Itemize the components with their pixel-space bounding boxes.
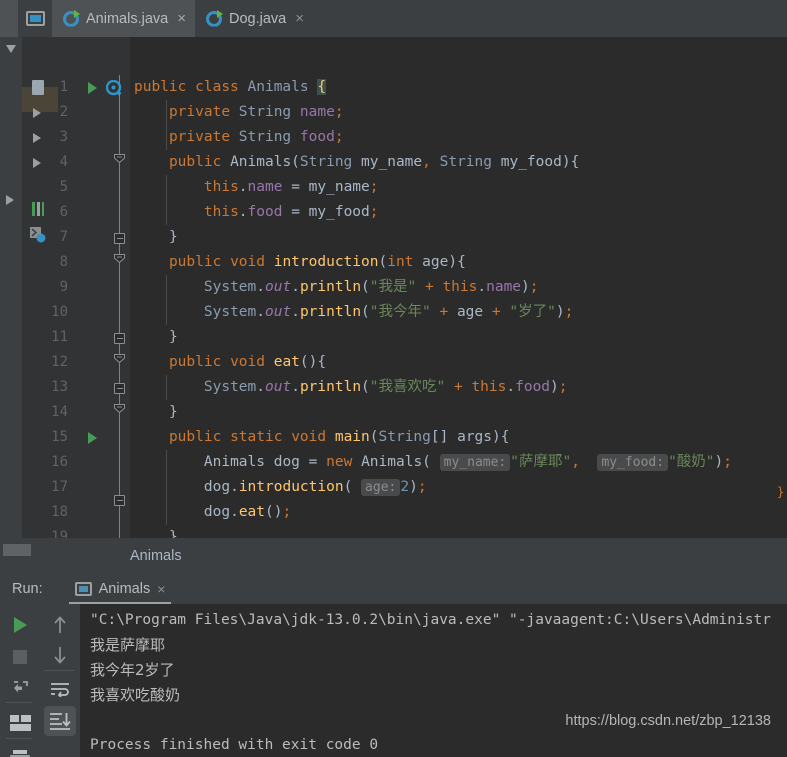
- parameter-hint: my_food:: [597, 454, 669, 471]
- tab-close-icon[interactable]: ×: [177, 11, 186, 26]
- tab-label: Animals.java: [86, 10, 169, 27]
- tabbar-left-pad: [0, 0, 18, 37]
- editor-tab-bar: Animals.java × Dog.java ×: [0, 0, 787, 37]
- up-stack-trace-button[interactable]: [46, 612, 74, 638]
- code-line[interactable]: }: [130, 325, 787, 350]
- tab-dog-java[interactable]: Dog.java ×: [195, 0, 313, 37]
- fold-start-marker[interactable]: [114, 350, 125, 364]
- run-tab-label: Animals: [98, 581, 151, 597]
- run-tab-close-icon[interactable]: ×: [157, 581, 165, 597]
- run-tab-animals[interactable]: Animals ×: [68, 574, 172, 604]
- intellij-idea-window: Animals.java × Dog.java × 1 2 3 4 5 6 7 …: [0, 0, 787, 757]
- matching-brace: {: [317, 79, 327, 95]
- run-window-title: Run:: [12, 581, 43, 597]
- fold-end-marker[interactable]: [114, 333, 125, 344]
- console-line: 我喜欢吃酸奶: [90, 686, 181, 704]
- collapse-all-icon[interactable]: [6, 45, 16, 53]
- run-tool-window-header: Run: Animals ×: [0, 574, 787, 604]
- run-toolbar-secondary: [41, 604, 80, 757]
- java-class-icon: [63, 9, 80, 27]
- code-line[interactable]: private String food;: [130, 125, 787, 150]
- code-line[interactable]: System.out.println("我喜欢吃" + this.food);: [130, 375, 787, 400]
- code-line[interactable]: }: [130, 400, 787, 425]
- window-restore-icon[interactable]: [25, 11, 45, 26]
- code-folding-strip[interactable]: [110, 37, 130, 539]
- code-line[interactable]: System.out.println("我今年" + age + "岁了");: [130, 300, 787, 325]
- breadcrumb-class-name[interactable]: Animals: [130, 548, 182, 564]
- code-line[interactable]: public Animals(String my_name, String my…: [130, 150, 787, 175]
- scroll-to-end-button[interactable]: [44, 706, 76, 736]
- print-button[interactable]: [6, 744, 34, 757]
- console-line: Process finished with exit code 0: [90, 737, 379, 753]
- toolbar-divider: [6, 702, 32, 703]
- code-line[interactable]: public class Animals {: [130, 75, 787, 100]
- rerun-button[interactable]: [6, 612, 34, 638]
- soft-wrap-button[interactable]: [46, 676, 74, 702]
- editor-icon-strip: [0, 37, 22, 538]
- run-config-icon: [74, 582, 92, 596]
- parameter-hint: age:: [361, 479, 401, 496]
- layout-settings-button[interactable]: [6, 710, 34, 736]
- down-stack-trace-button[interactable]: [46, 642, 74, 668]
- code-text-area[interactable]: public class Animals { private String na…: [130, 37, 787, 575]
- code-line[interactable]: this.name = my_name;: [130, 175, 787, 200]
- fold-start-marker[interactable]: [114, 400, 125, 414]
- code-line[interactable]: }: [130, 225, 787, 250]
- console-line: 我是萨摩耶: [90, 636, 166, 654]
- code-line[interactable]: dog.introduction( age: 2);: [130, 475, 787, 500]
- toolbar-divider: [6, 738, 32, 739]
- editor-scrollbar[interactable]: [773, 74, 787, 575]
- code-line[interactable]: public void introduction(int age){: [130, 250, 787, 275]
- error-stripe-mark[interactable]: }: [777, 485, 784, 499]
- breadcrumb: Animals: [0, 538, 787, 574]
- code-line[interactable]: private String name;: [130, 100, 787, 125]
- fold-end-marker[interactable]: [114, 495, 125, 506]
- breadcrumb-left-strip: [0, 538, 31, 574]
- toolbar-divider: [44, 670, 74, 671]
- tab-animals-java[interactable]: Animals.java ×: [52, 0, 195, 37]
- watermark-url: https://blog.csdn.net/zbp_12138: [565, 713, 771, 729]
- fold-region-line: [119, 75, 120, 539]
- tab-label: Dog.java: [228, 10, 287, 27]
- java-class-icon: [205, 9, 223, 27]
- code-line[interactable]: System.out.println("我是" + this.name);: [130, 275, 787, 300]
- code-line[interactable]: dog.eat();: [130, 500, 787, 525]
- expand-structure-icon[interactable]: [6, 195, 14, 205]
- code-line[interactable]: this.food = my_food;: [130, 200, 787, 225]
- fold-start-marker[interactable]: [114, 250, 125, 264]
- tab-close-icon[interactable]: ×: [295, 11, 304, 26]
- restore-layout-button[interactable]: [6, 674, 34, 700]
- console-output[interactable]: "C:\Program Files\Java\jdk-13.0.2\bin\ja…: [80, 604, 787, 757]
- console-line: 我今年2岁了: [90, 661, 175, 679]
- code-editor[interactable]: 1234567891011121314151617181920: [0, 37, 787, 575]
- stop-button[interactable]: [6, 644, 34, 670]
- code-line[interactable]: Animals dog = new Animals( my_name: "萨摩耶"…: [130, 450, 787, 475]
- window-icon-cell[interactable]: [18, 0, 52, 37]
- code-line[interactable]: public static void main(String[] args){: [130, 425, 787, 450]
- fold-end-marker[interactable]: [114, 233, 125, 244]
- fold-end-marker[interactable]: [114, 383, 125, 394]
- fold-start-marker[interactable]: [114, 150, 125, 164]
- code-line[interactable]: public void eat(){: [130, 350, 787, 375]
- parameter-hint: my_name:: [439, 454, 511, 471]
- run-toolbar-primary: [0, 604, 40, 757]
- run-tool-window: Run: Animals × "C:\Program Files\Java\jd…: [0, 574, 787, 757]
- console-line: "C:\Program Files\Java\jdk-13.0.2\bin\ja…: [90, 612, 771, 628]
